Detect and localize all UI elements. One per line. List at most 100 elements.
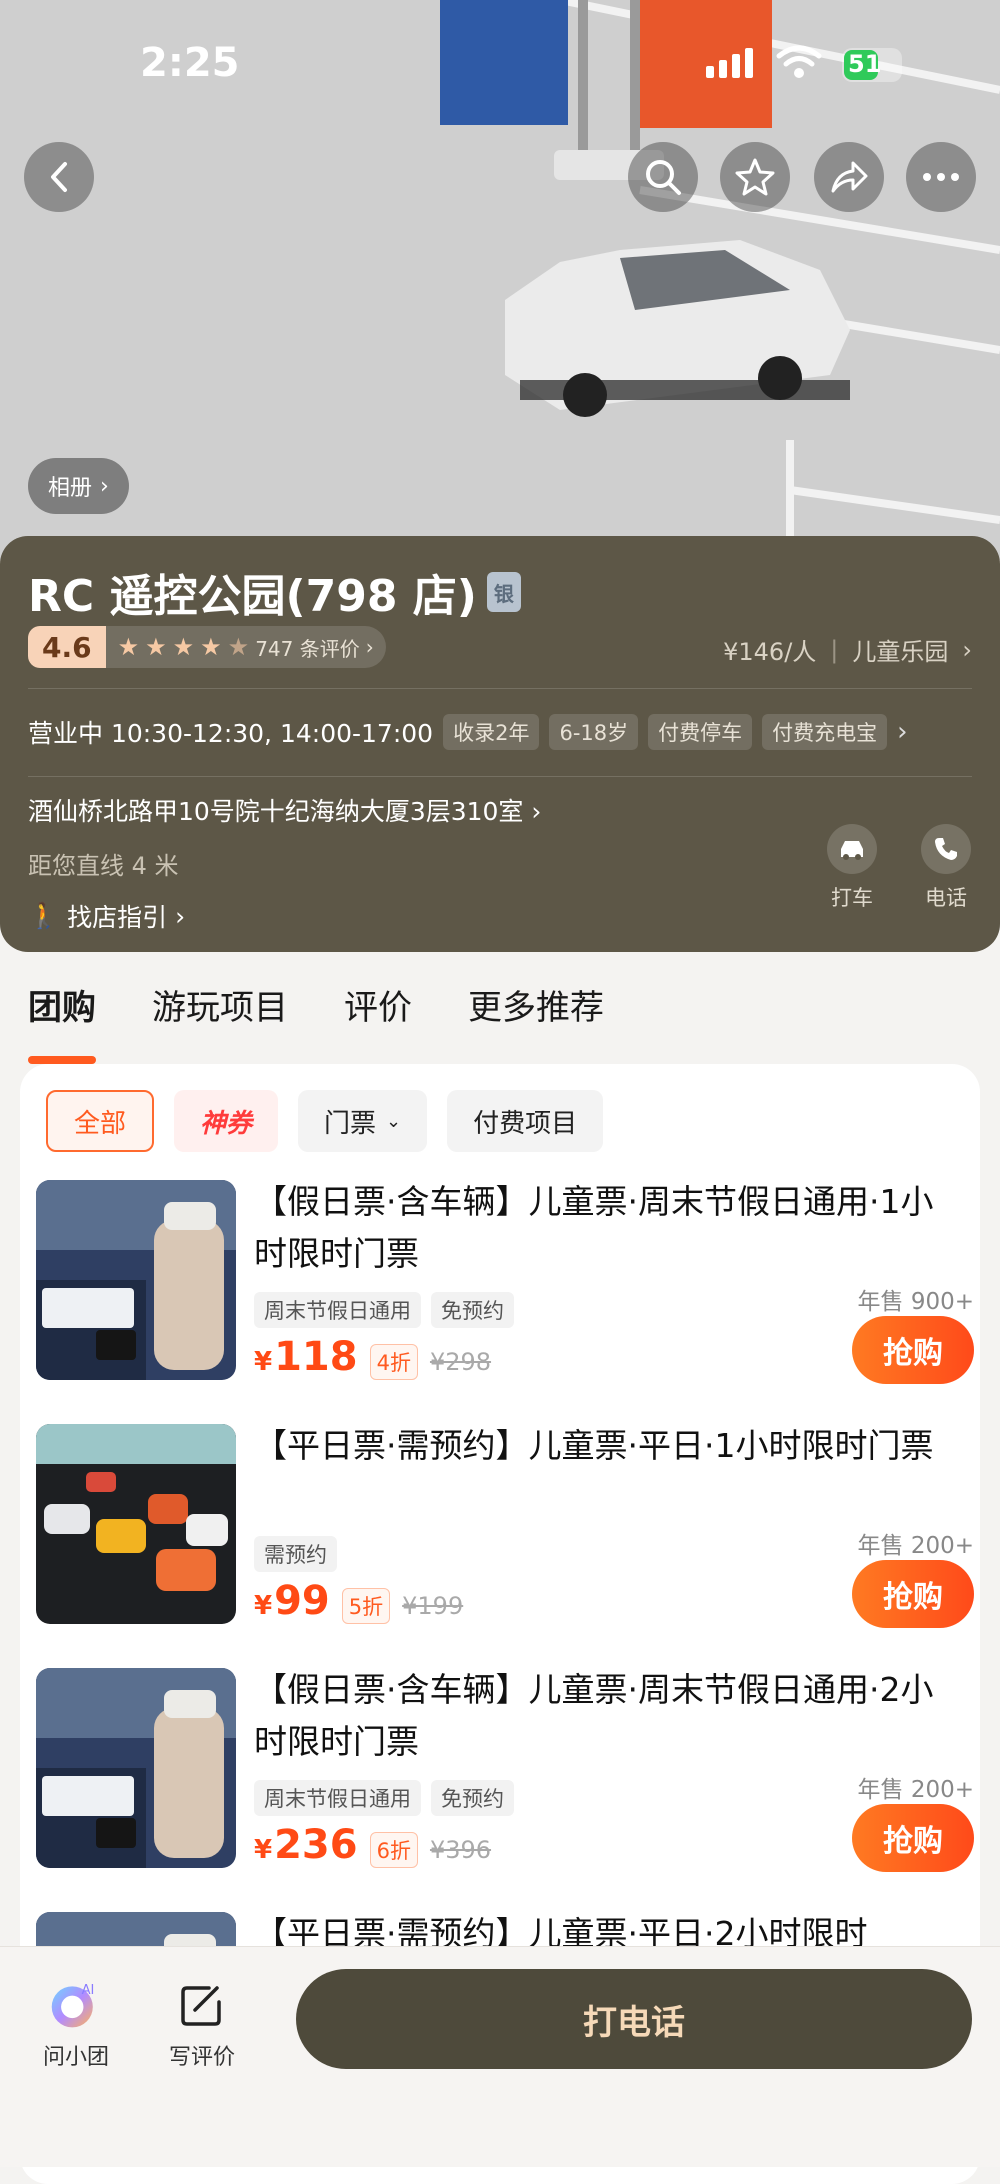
star-icon: ★ [172, 633, 195, 661]
phone-icon [935, 838, 957, 860]
deal-item[interactable]: 【平日票·需预约】儿童票·平日·1小时限时门票 需预约 ¥ 99 5折 ¥199… [36, 1420, 976, 1640]
buy-button[interactable]: 抢购 [852, 1560, 974, 1628]
rating-row[interactable]: 4.6 ★ ★ ★ ★ ★ 747 条评价 › [28, 626, 386, 668]
separator: | [830, 635, 839, 664]
wifi-icon [776, 45, 822, 78]
shop-tag: 6-18岁 [549, 714, 639, 750]
deal-filters: 全部 神券 门票 ⌄ 付费项目 [46, 1090, 604, 1152]
deal-tags: 周末节假日通用 免预约 [254, 1292, 514, 1328]
guide-label: 找店指引 [67, 903, 168, 932]
phone-label: 电话 [925, 886, 967, 910]
deal-title: 【假日票·含车辆】儿童票·周末节假日通用·2小时限时门票 [254, 1670, 934, 1761]
deal-tags: 需预约 [254, 1536, 337, 1572]
currency-symbol: ¥ [254, 1591, 273, 1621]
chevron-left-icon [51, 162, 67, 192]
album-button[interactable]: 相册 › [28, 458, 129, 514]
battery-icon: 51 [842, 48, 902, 82]
filter-all[interactable]: 全部 [46, 1090, 155, 1152]
more-dots-icon [923, 173, 959, 181]
hero-photo[interactable]: 2:25 51 相册 › [0, 0, 1000, 560]
tab-activities[interactable]: 游玩项目 [152, 980, 288, 1050]
deal-price: ¥ 99 5折 ¥199 [254, 1578, 463, 1624]
taxi-button[interactable]: 打车 [812, 824, 892, 912]
deal-tags: 周末节假日通用 免预约 [254, 1780, 514, 1816]
buy-button[interactable]: 抢购 [852, 1316, 974, 1384]
shop-title: RC 遥控公园(798 店) 银 [28, 560, 521, 624]
chevron-right-icon: › [962, 635, 972, 664]
search-icon [646, 160, 681, 195]
ask-assistant-button[interactable]: AI 问小团 [26, 1977, 126, 2071]
buy-button[interactable]: 抢购 [852, 1804, 974, 1872]
half-star-icon: ★ [227, 633, 250, 661]
chevron-right-icon: › [365, 635, 374, 659]
star-icon: ★ [200, 633, 222, 661]
more-button[interactable] [906, 142, 976, 212]
share-button[interactable] [814, 142, 884, 212]
share-icon [831, 161, 868, 193]
shop-name: RC 遥控公园(798 店) [28, 571, 477, 622]
original-price: ¥199 [402, 1592, 464, 1620]
address-link[interactable]: 酒仙桥北路甲10号院十纪海纳大厦3层310室 › [28, 792, 541, 828]
deal-price: ¥ 118 4折 ¥298 [254, 1334, 491, 1380]
discount-badge: 5折 [341, 1588, 391, 1624]
divider [28, 688, 972, 689]
taxi-label: 打车 [831, 886, 873, 910]
deal-photo-toy-cars [36, 1424, 236, 1624]
deal-tag: 需预约 [254, 1536, 337, 1572]
price-per-person: ¥146/人 [723, 638, 817, 666]
tab-more-recommendations[interactable]: 更多推荐 [468, 980, 604, 1050]
shop-tag: 付费停车 [648, 714, 753, 750]
filter-tickets[interactable]: 门票 ⌄ [298, 1090, 428, 1152]
call-button[interactable]: 打电话 [296, 1969, 972, 2069]
shop-tag: 收录2年 [443, 714, 540, 750]
hours-row[interactable]: 营业中 10:30-12:30, 14:00-17:00 收录2年 6-18岁 … [28, 708, 972, 756]
chevron-down-icon: ⌄ [386, 1110, 402, 1132]
chevron-right-icon: › [531, 797, 542, 826]
chevron-right-icon: › [175, 901, 186, 931]
deal-item[interactable]: 【假日票·含车辆】儿童票·周末节假日通用·1小时限时门票 周末节假日通用 免预约… [36, 1176, 976, 1396]
phone-button[interactable]: 电话 [906, 824, 986, 912]
sales-count: 年售 900+ [857, 1289, 974, 1315]
deal-tag: 免预约 [431, 1292, 514, 1328]
deal-price-value: 118 [274, 1334, 358, 1380]
distance-text: 距您直线 4 米 [28, 852, 179, 880]
deal-price: ¥ 236 6折 ¥396 [254, 1822, 491, 1868]
discount-badge: 6折 [369, 1832, 418, 1868]
status-time: 2:25 [140, 40, 240, 86]
write-review-button[interactable]: 写评价 [152, 1977, 252, 2071]
discount-badge: 4折 [369, 1344, 418, 1380]
deal-title: 【假日票·含车辆】儿童票·周末节假日通用·1小时限时门票 [254, 1182, 934, 1273]
star-outline-icon [735, 158, 775, 196]
back-button[interactable] [24, 142, 94, 212]
tab-group-buy[interactable]: 团购 [28, 980, 96, 1064]
deal-item[interactable]: 【假日票·含车辆】儿童票·周末节假日通用·2小时限时门票 周末节假日通用 免预约… [36, 1664, 976, 1884]
filter-coupon[interactable]: 神券 [174, 1090, 279, 1152]
filter-tickets-label: 门票 [324, 1108, 377, 1139]
sales-count: 年售 200+ [857, 1777, 974, 1803]
silver-badge-icon: 银 [486, 572, 521, 612]
star-icon: ★ [145, 633, 167, 661]
reviews-link[interactable]: ★ ★ ★ ★ ★ 747 条评价 › [105, 626, 386, 668]
price-category: ¥146/人 | 儿童乐园 › [723, 632, 972, 667]
deal-thumbnail [36, 1180, 236, 1380]
cell-signal-icon [706, 48, 753, 78]
deal-price-value: 99 [274, 1578, 330, 1624]
chevron-right-icon: › [100, 473, 109, 499]
category-link[interactable]: 儿童乐园 [852, 632, 948, 667]
shop-info-panel: RC 遥控公园(798 店) 银 4.6 ★ ★ ★ ★ ★ 747 条评价 ›… [0, 536, 1000, 952]
favorite-button[interactable] [720, 142, 790, 212]
deal-tag: 周末节假日通用 [254, 1780, 421, 1816]
bottom-action-bar: AI 问小团 写评价 打电话 [0, 1946, 1000, 2167]
address-text: 酒仙桥北路甲10号院十纪海纳大厦3层310室 [28, 797, 524, 826]
filter-paid-items[interactable]: 付费项目 [447, 1090, 604, 1152]
tab-reviews[interactable]: 评价 [344, 980, 412, 1050]
review-count: 747 条评价 [255, 636, 360, 661]
shop-tag: 付费充电宝 [762, 714, 888, 750]
business-hours: 营业中 10:30-12:30, 14:00-17:00 [28, 719, 434, 748]
store-guide-link[interactable]: 🚶 找店指引 › [28, 898, 185, 934]
search-button[interactable] [628, 142, 698, 212]
deal-thumbnail [36, 1424, 236, 1624]
ai-badge: AI [82, 1983, 95, 1998]
divider [28, 776, 972, 777]
walking-person-icon: 🚶 [28, 901, 60, 930]
